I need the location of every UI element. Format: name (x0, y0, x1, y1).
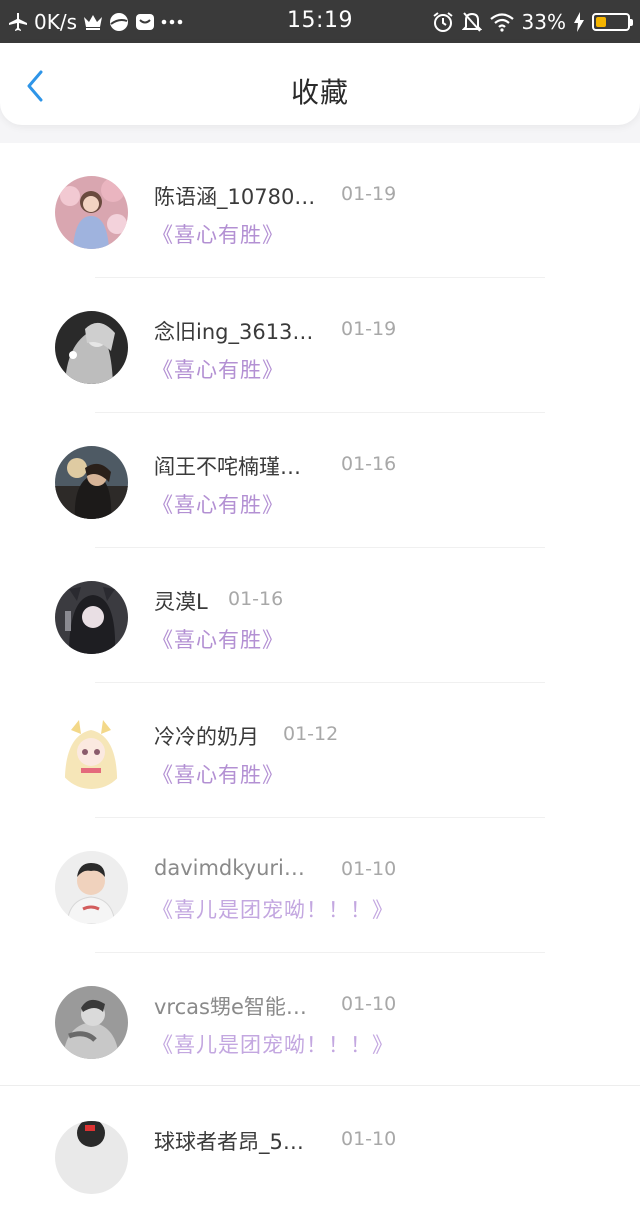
user-name: 冷冷的奶月 (154, 725, 259, 749)
list-item[interactable]: 球球者者昂_5… 01-10 (0, 1088, 640, 1223)
list-item[interactable]: 阎王不咤楠瑾… 01-16 《喜心有胜》 (0, 413, 640, 548)
wifi-icon (489, 12, 514, 32)
avatar[interactable] (55, 1121, 128, 1194)
list-item[interactable]: vrcas甥e智能… 01-10 《喜儿是团宠呦！！！》 (0, 953, 640, 1088)
charging-icon (574, 12, 584, 32)
list-item[interactable]: davimdkyuri… 01-10 《喜儿是团宠呦！！！》 (0, 818, 640, 953)
user-name: 灵漠L (154, 590, 208, 614)
list-item[interactable]: 陈语涵_10780… 01-19 《喜心有胜》 (0, 143, 640, 278)
user-name: 陈语涵_10780… (154, 185, 316, 209)
favorited-title[interactable]: 《喜心有胜》 (152, 219, 284, 249)
date: 01-19 (341, 318, 397, 340)
date: 01-16 (341, 453, 397, 475)
battery-icon (592, 13, 633, 31)
date: 01-10 (341, 858, 397, 880)
favorites-list: 陈语涵_10780… 01-19 《喜心有胜》 念旧ing_3613… 01-1… (0, 143, 640, 1223)
avatar[interactable] (55, 581, 128, 654)
user-name: 球球者者昂_5… (154, 1130, 304, 1154)
favorited-title[interactable]: 《喜心有胜》 (152, 624, 284, 654)
avatar[interactable] (55, 986, 128, 1059)
favorited-title[interactable]: 《喜儿是团宠呦！！！》 (152, 894, 394, 924)
list-item[interactable]: 灵漠L 01-16 《喜心有胜》 (0, 548, 640, 683)
avatar[interactable] (55, 446, 128, 519)
list-separator (0, 1085, 640, 1086)
battery-tip (630, 19, 633, 26)
alarm-icon (432, 11, 454, 33)
user-name: davimdkyuri… (154, 856, 305, 880)
favorited-title[interactable]: 《喜心有胜》 (152, 759, 284, 789)
avatar[interactable] (55, 716, 128, 789)
date: 01-10 (341, 1128, 397, 1150)
user-name: vrcas甥e智能… (154, 995, 307, 1019)
date: 01-10 (341, 993, 397, 1015)
bell-off-icon (461, 11, 482, 33)
favorited-title[interactable]: 《喜心有胜》 (152, 489, 284, 519)
list-item[interactable]: 念旧ing_3613… 01-19 《喜心有胜》 (0, 278, 640, 413)
avatar[interactable] (55, 851, 128, 924)
status-right: 33% (432, 8, 633, 36)
user-name: 念旧ing_3613… (154, 320, 314, 344)
favorited-title[interactable]: 《喜心有胜》 (152, 354, 284, 384)
nav-header: 收藏 (0, 43, 640, 125)
date: 01-19 (341, 183, 397, 205)
date: 01-16 (228, 588, 284, 610)
battery-fill (596, 17, 606, 27)
avatar[interactable] (55, 311, 128, 384)
user-name: 阎王不咤楠瑾… (154, 455, 301, 479)
page-title: 收藏 (290, 76, 349, 109)
favorited-title[interactable]: 《喜儿是团宠呦！！！》 (152, 1029, 394, 1059)
list-item[interactable]: 冷冷的奶月 01-12 《喜心有胜》 (0, 683, 640, 818)
avatar[interactable] (55, 176, 128, 249)
status-bar: 0K/s 15:19 33% (0, 0, 640, 43)
battery-percent: 33% (521, 10, 566, 34)
date: 01-12 (283, 723, 339, 745)
